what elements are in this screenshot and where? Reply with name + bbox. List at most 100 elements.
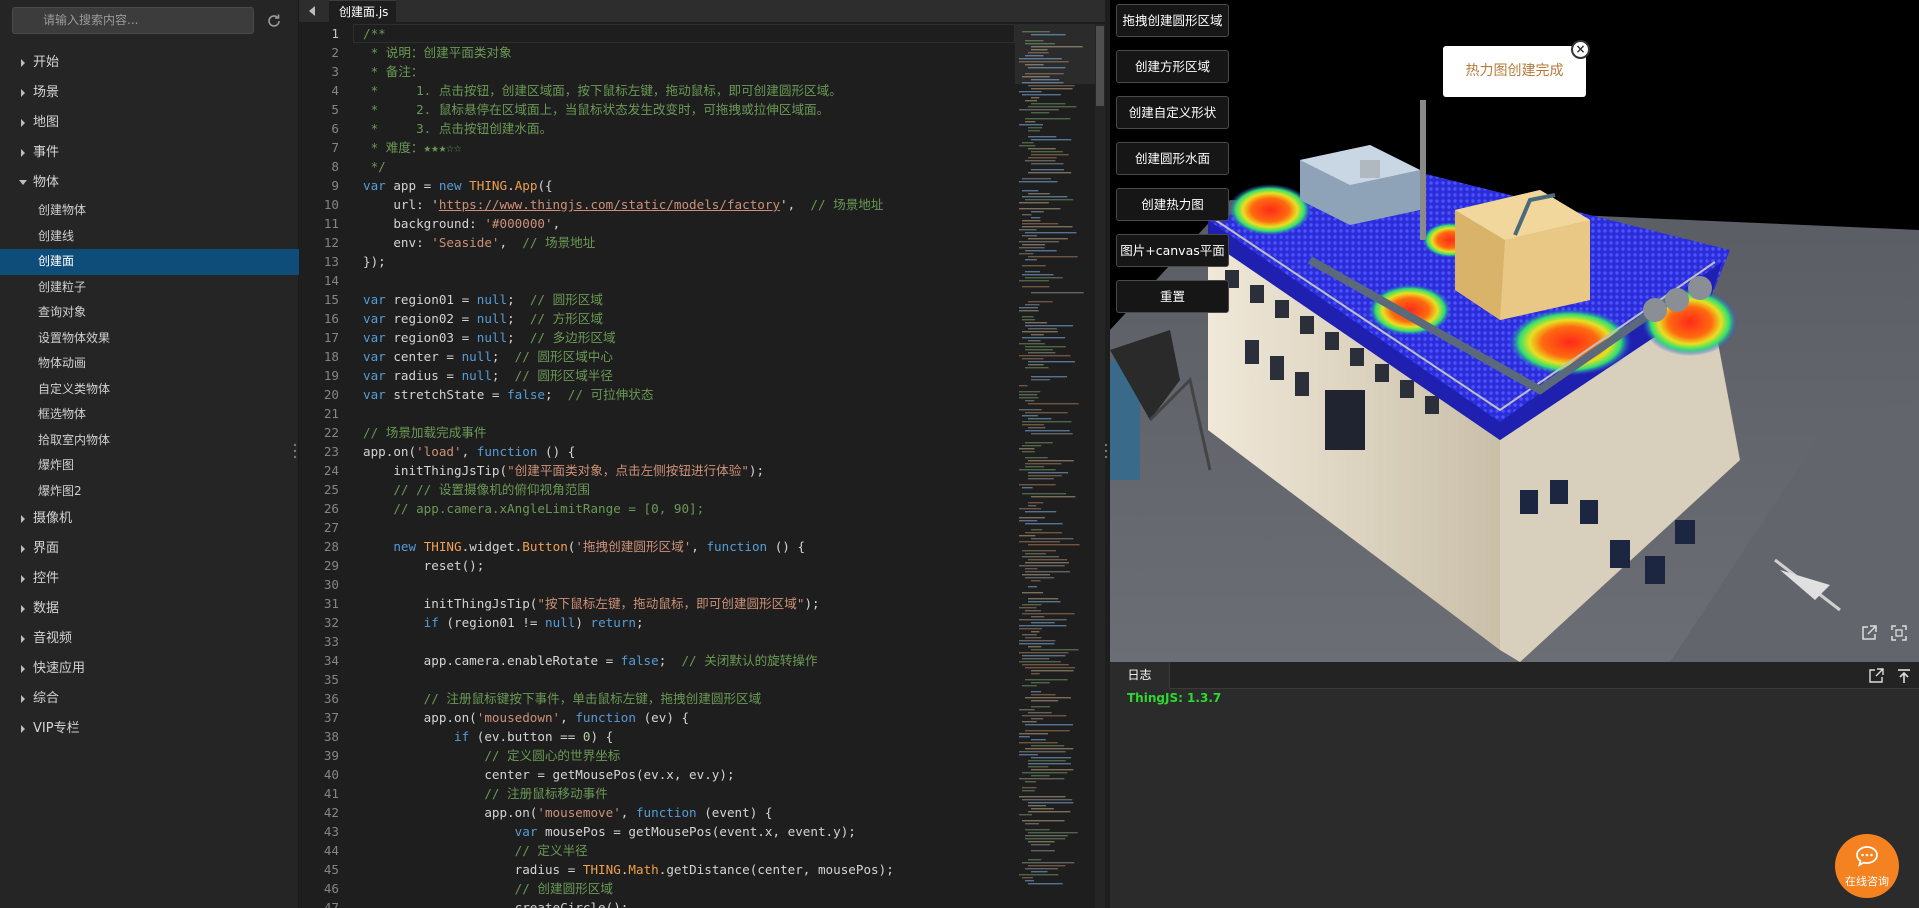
code-line[interactable]: 30	[299, 575, 1015, 594]
code-line[interactable]: 25 // // 设置摄像机的俯仰视角范围	[299, 480, 1015, 499]
code-line[interactable]: 17 var region03 = null; // 多边形区域	[299, 328, 1015, 347]
code-line[interactable]: 39 // 定义圆心的世界坐标	[299, 746, 1015, 765]
code-line[interactable]: 41 // 注册鼠标移动事件	[299, 784, 1015, 803]
caret-right-icon	[21, 149, 25, 157]
code-line[interactable]: 40 center = getMousePos(ev.x, ev.y);	[299, 765, 1015, 784]
code-line[interactable]: 14	[299, 271, 1015, 290]
code-line[interactable]: 13});	[299, 252, 1015, 271]
splitter-handle[interactable]	[293, 442, 297, 460]
code-line[interactable]: 42 app.on('mousemove', function (event) …	[299, 803, 1015, 822]
sidebar-item[interactable]: 音视频	[0, 624, 299, 654]
sidebar-subitem[interactable]: 物体动画	[0, 351, 299, 377]
code-line[interactable]: 46 // 创建圆形区域	[299, 879, 1015, 898]
code-line[interactable]: 36 // 注册鼠标键按下事件，单击鼠标左键，拖拽创建圆形区域	[299, 689, 1015, 708]
code-line[interactable]: 20 var stretchState = false; // 可拉伸状态	[299, 385, 1015, 404]
code-line[interactable]: 24 initThingJsTip("创建平面类对象，点击左侧按钮进行体验");	[299, 461, 1015, 480]
create-custom-shape-button[interactable]: 创建自定义形状	[1116, 96, 1229, 129]
code-line[interactable]: 6 * 3. 点击按钮创建水面。	[299, 119, 1015, 138]
refresh-icon[interactable]	[265, 12, 283, 30]
sidebar-subitem[interactable]: 爆炸图2	[0, 479, 299, 505]
sidebar-item[interactable]: 控件	[0, 564, 299, 594]
create-square-region-button[interactable]: 创建方形区域	[1116, 50, 1229, 83]
sidebar-subitem[interactable]: 爆炸图	[0, 453, 299, 479]
code-line[interactable]: 12 env: 'Seaside', // 场景地址	[299, 233, 1015, 252]
sidebar-item[interactable]: 地图	[0, 108, 299, 138]
sidebar-subitem[interactable]: 设置物体效果	[0, 326, 299, 352]
code-line[interactable]: 33	[299, 632, 1015, 651]
code-line[interactable]: 18 var center = null; // 圆形区域中心	[299, 347, 1015, 366]
sidebar-item[interactable]: 场景	[0, 78, 299, 108]
create-circle-water-button[interactable]: 创建圆形水面	[1116, 142, 1229, 175]
sidebar-item[interactable]: 界面	[0, 534, 299, 564]
sidebar-subitem[interactable]: 自定义类物体	[0, 377, 299, 403]
sidebar-item[interactable]: 物体	[0, 168, 299, 198]
sidebar-item[interactable]: 事件	[0, 138, 299, 168]
pin-icon[interactable]	[1895, 667, 1913, 685]
create-heatmap-button[interactable]: 创建热力图	[1116, 188, 1229, 221]
scrollbar-thumb[interactable]	[1096, 26, 1104, 106]
sidebar-item[interactable]: 数据	[0, 594, 299, 624]
code-line[interactable]: 16 var region02 = null; // 方形区域	[299, 309, 1015, 328]
code-line[interactable]: 4 * 1. 点击按钮，创建区域面，按下鼠标左键，拖动鼠标，即可创建圆形区域。	[299, 81, 1015, 100]
code-line[interactable]: 31 initThingJsTip("按下鼠标左键，拖动鼠标，即可创建圆形区域"…	[299, 594, 1015, 613]
code-line[interactable]: 15 var region01 = null; // 圆形区域	[299, 290, 1015, 309]
code-line[interactable]: 38 if (ev.button == 0) {	[299, 727, 1015, 746]
sidebar-item[interactable]: 开始	[0, 48, 299, 78]
sidebar-item[interactable]: 快速应用	[0, 654, 299, 684]
fullscreen-icon[interactable]	[1889, 623, 1909, 643]
code-line[interactable]: 22 // 场景加载完成事件	[299, 423, 1015, 442]
code-line[interactable]: 28 new THING.widget.Button('拖拽创建圆形区域', f…	[299, 537, 1015, 556]
create-circle-region-button[interactable]: 拖拽创建圆形区域	[1116, 4, 1229, 37]
log-tab[interactable]: 日志	[1110, 662, 1170, 689]
online-consult-button[interactable]: 在线咨询	[1835, 834, 1899, 898]
popout-icon[interactable]	[1867, 667, 1885, 685]
collapse-sidebar-button[interactable]	[299, 0, 325, 22]
code-line[interactable]: 37 app.on('mousedown', function (ev) {	[299, 708, 1015, 727]
code-line[interactable]: 9 var app = new THING.App({	[299, 176, 1015, 195]
code-line[interactable]: 5 * 2. 鼠标悬停在区域面上，当鼠标状态发生改变时，可拖拽或拉伸区域面。	[299, 100, 1015, 119]
code-area[interactable]: 1/** 2 * 说明：创建平面类对象 3 * 备注： 4 * 1. 点击按钮，创建区…	[299, 24, 1015, 908]
code-line[interactable]: 11 background: '#000000',	[299, 214, 1015, 233]
code-line[interactable]: 23 app.on('load', function () {	[299, 442, 1015, 461]
sidebar-subitem[interactable]: 创建物体	[0, 198, 299, 224]
sidebar-subitem[interactable]: 创建面	[0, 249, 299, 275]
code-line[interactable]: 29 reset();	[299, 556, 1015, 575]
code-line[interactable]: 2 * 说明：创建平面类对象	[299, 43, 1015, 62]
code-line[interactable]: 3 * 备注：	[299, 62, 1015, 81]
code-line[interactable]: 35	[299, 670, 1015, 689]
editor-scrollbar[interactable]	[1095, 24, 1105, 908]
code-line[interactable]: 10 url: 'https://www.thingjs.com/static/…	[299, 195, 1015, 214]
image-canvas-plane-button[interactable]: 图片+canvas平面	[1116, 234, 1229, 267]
code-line[interactable]: 8 */	[299, 157, 1015, 176]
code-line[interactable]: 45 radius = THING.Math.getDistance(cente…	[299, 860, 1015, 879]
sidebar-subitem[interactable]: 拾取室内物体	[0, 428, 299, 454]
code-line[interactable]: 19 var radius = null; // 圆形区域半径	[299, 366, 1015, 385]
file-tab[interactable]: 创建面.js	[329, 0, 397, 22]
sidebar-item[interactable]: 摄像机	[0, 504, 299, 534]
code-line[interactable]: 26 // app.camera.xAngleLimitRange = [0, …	[299, 499, 1015, 518]
scene-preview[interactable]: 拖拽创建圆形区域 创建方形区域 创建自定义形状 创建圆形水面 创建热力图 图片+…	[1110, 0, 1919, 662]
sidebar-subitem[interactable]: 框选物体	[0, 402, 299, 428]
code-line[interactable]: 47 createCircle();	[299, 898, 1015, 908]
sidebar-subitem[interactable]: 查询对象	[0, 300, 299, 326]
line-number: 39	[323, 748, 339, 763]
close-icon[interactable]: ×	[1571, 40, 1590, 59]
code-text: env: 'Seaside', // 场景地址	[363, 235, 596, 250]
code-line[interactable]: 27	[299, 518, 1015, 537]
code-line[interactable]: 1 /**	[299, 24, 1015, 43]
code-line[interactable]: 34 app.camera.enableRotate = false; // 关…	[299, 651, 1015, 670]
sidebar-item[interactable]: 综合	[0, 684, 299, 714]
code-line[interactable]: 32 if (region01 != null) return;	[299, 613, 1015, 632]
code-line[interactable]: 43 var mousePos = getMousePos(event.x, e…	[299, 822, 1015, 841]
sidebar-item[interactable]: VIP专栏	[0, 714, 299, 744]
sidebar-subitem[interactable]: 创建线	[0, 224, 299, 250]
code-line[interactable]: 7 * 难度：★★★☆☆	[299, 138, 1015, 157]
code-line[interactable]: 44 // 定义半径	[299, 841, 1015, 860]
reset-button[interactable]: 重置	[1116, 280, 1229, 313]
code-line[interactable]: 21	[299, 404, 1015, 423]
minimap[interactable]	[1015, 24, 1095, 908]
sidebar-subitem[interactable]: 创建粒子	[0, 275, 299, 301]
search-input[interactable]: 请输入搜索内容...	[12, 7, 254, 34]
factory-3d-scene[interactable]	[1110, 0, 1919, 662]
external-link-icon[interactable]	[1859, 623, 1879, 643]
